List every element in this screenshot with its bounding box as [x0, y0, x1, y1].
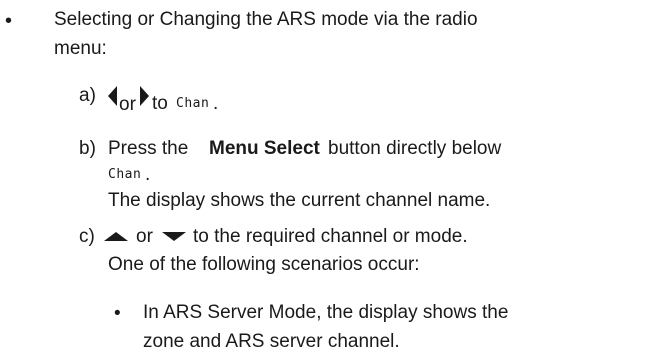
step-b-prefix: Press the: [108, 138, 189, 159]
step-b-suffix: button directly below: [328, 138, 502, 159]
step-c-or: or: [136, 226, 153, 247]
step-a-or: or: [119, 94, 136, 115]
sub-bullet-line2: zone and ARS server channel.: [143, 331, 400, 352]
bullet-symbol: •: [5, 10, 13, 32]
step-c-action: to the required channel or mode.: [193, 226, 468, 247]
step-c-result: One of the following scenarios occur:: [108, 254, 420, 275]
down-arrow-icon: [162, 232, 186, 241]
step-b-button-name: Menu Select: [209, 138, 320, 159]
left-arrow-icon: [108, 86, 117, 106]
up-arrow-icon: [104, 232, 128, 241]
sub-bullet-line1: In ARS Server Mode, the display shows th…: [143, 302, 509, 323]
step-a-period: .: [213, 93, 219, 114]
sub-bullet-symbol: •: [114, 303, 121, 324]
step-a-to: to: [152, 93, 168, 114]
step-a-lcd-word: Chan: [176, 96, 210, 111]
step-a-marker: a): [79, 85, 96, 106]
step-c-marker: c): [79, 226, 95, 247]
bullet-text-line2: menu:: [54, 38, 107, 59]
step-b-lcd-word: Chan: [108, 167, 142, 182]
step-b-marker: b): [79, 138, 96, 159]
right-arrow-icon: [140, 86, 149, 106]
step-b-period: .: [145, 164, 151, 185]
bullet-text-line1: Selecting or Changing the ARS mode via t…: [54, 9, 478, 30]
step-b-result: The display shows the current channel na…: [108, 190, 491, 211]
